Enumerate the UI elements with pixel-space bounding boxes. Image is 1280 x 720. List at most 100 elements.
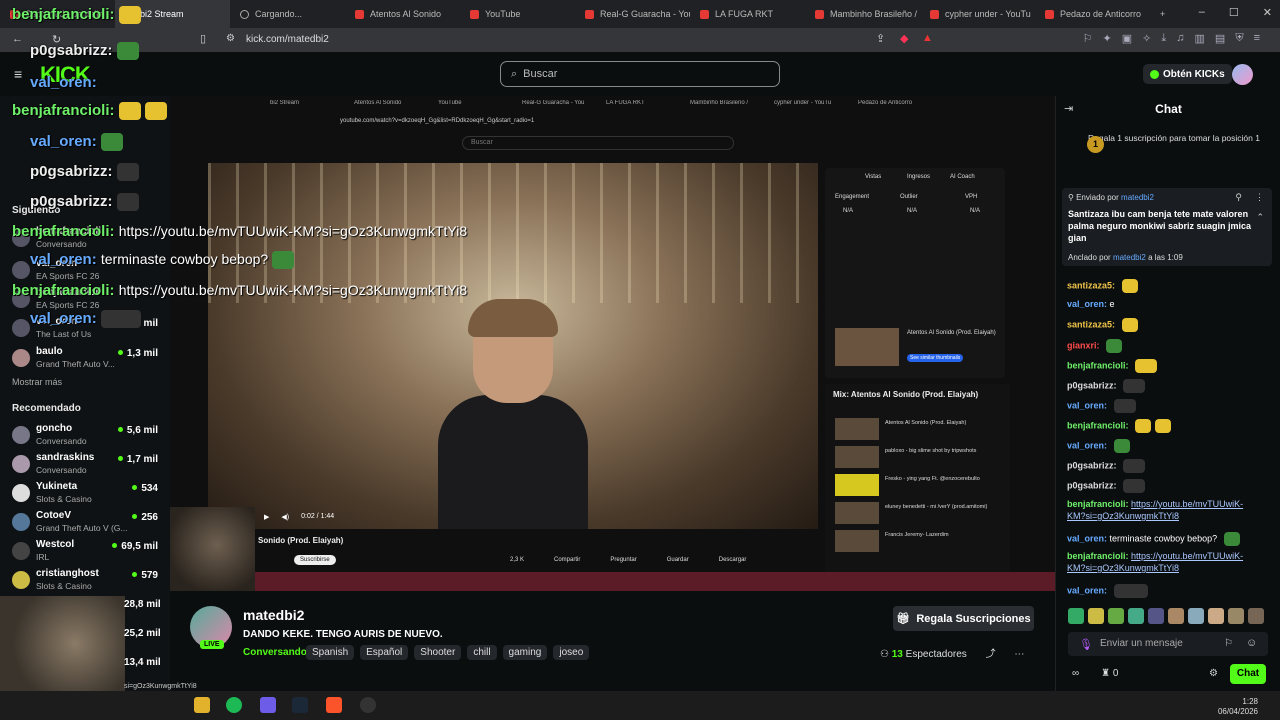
chat-link[interactable]: KM?si=gOz3KunwgmkTtYi8 (1067, 511, 1179, 521)
browser-tab[interactable]: Mambinho Brasileño / (805, 0, 920, 28)
tag-chip[interactable]: joseo (553, 645, 590, 660)
emote-icon[interactable] (1148, 608, 1164, 624)
more-options-icon[interactable]: ⋮ (1255, 192, 1264, 203)
chat-username[interactable]: p0gsabrizz: (1067, 380, 1117, 390)
emote-icon[interactable] (1208, 608, 1224, 624)
discord-icon[interactable] (260, 697, 276, 713)
download-icon[interactable]: ⤓ (1161, 32, 1166, 45)
pinned-time: a las 1:09 (1148, 253, 1183, 262)
emote-icon[interactable] (1248, 608, 1264, 624)
hamburger-menu-icon[interactable]: ≡ (14, 66, 22, 82)
sidebar-channel[interactable]: goncho Conversando 5,6 mil (12, 423, 162, 449)
chat-username[interactable]: gianxri: (1067, 340, 1100, 350)
chat-username[interactable]: benjafrancioli: (1067, 420, 1129, 430)
chat-username[interactable]: benjafrancioli: (1067, 360, 1129, 370)
search-input[interactable]: ⌕ Buscar (500, 61, 780, 87)
chat-link[interactable]: https://youtu.be/mvTUUwiK- (1131, 551, 1243, 561)
chevron-up-icon[interactable]: ⌃ (1256, 212, 1264, 223)
sidebar-channel[interactable]: sandraskins Conversando 1,7 mil (12, 452, 162, 478)
sidebar-channel[interactable]: CotoeV Grand Theft Auto V (G... 256 (12, 510, 162, 536)
extension-icon[interactable]: ▣ (1122, 32, 1132, 45)
menu-icon[interactable]: ≡ (1254, 32, 1260, 45)
extension-icon[interactable]: ✦ (1103, 32, 1112, 45)
chat-username[interactable]: val_oren: (1067, 299, 1107, 309)
browser-tab[interactable]: Pedazo de Anticorro (1035, 0, 1150, 28)
chat-link[interactable]: KM?si=gOz3KunwgmkTtYi8 (1067, 563, 1179, 573)
chat-username[interactable]: val_oren: (1067, 440, 1107, 450)
share-icon[interactable]: ⤴ (986, 649, 996, 660)
site-info-icon[interactable]: ⚙ (226, 33, 235, 44)
brave-rewards-icon[interactable]: ▲ (922, 32, 933, 44)
emote-icon[interactable] (1228, 608, 1244, 624)
emote-icon[interactable] (1088, 608, 1104, 624)
chat-username[interactable]: santizaza5: (1067, 280, 1115, 290)
url-field[interactable]: kick.com/matedbi2 (246, 34, 329, 45)
gift-subs-button[interactable]: 🎁︎ Regala Suscripciones (893, 606, 1034, 631)
captured-video-controls: ▶ ◀) 0:02 / 1:44 (208, 504, 818, 529)
close-icon[interactable]: ✕ (1263, 6, 1272, 19)
vpn-icon[interactable]: ⛨ (1235, 32, 1243, 45)
bookmark-icon[interactable]: ▯ (200, 32, 206, 45)
send-chat-button[interactable]: Chat (1230, 664, 1266, 684)
show-more-link[interactable]: Mostrar más (12, 377, 62, 387)
tag-chip[interactable]: Spanish (306, 645, 355, 660)
browser-tab[interactable]: Atentos Al Sonido (345, 0, 460, 28)
obs-icon[interactable] (360, 697, 376, 713)
file-explorer-icon[interactable] (194, 697, 210, 713)
options-icon[interactable]: ⋯ (1014, 649, 1024, 660)
wallet-icon[interactable]: ▤ (1215, 32, 1225, 45)
microphone-icon[interactable]: 🎙︎ (1079, 638, 1093, 651)
browser-tab[interactable]: LA FUGA RKT (690, 0, 805, 28)
tag-chip[interactable]: gaming (502, 645, 548, 660)
chat-settings-icon[interactable]: ⚙ (1209, 668, 1218, 679)
stream-video-player[interactable]: bi2 Stream Atentos Al Sonido YouTube Rea… (170, 96, 1055, 591)
sidebar-channel[interactable]: Yukineta Slots & Casino 534 (12, 481, 162, 507)
share-icon[interactable]: ⇪ (876, 32, 885, 45)
unpin-icon[interactable]: ⚲ (1235, 192, 1242, 203)
streamer-name[interactable]: matedbi2 (243, 607, 304, 623)
browser-tab[interactable]: Cargando... (230, 0, 345, 28)
chat-username[interactable]: benjafrancioli: (1067, 551, 1129, 561)
translate-icon[interactable]: ⚐ (1083, 32, 1093, 45)
maximize-icon[interactable]: ☐ (1229, 6, 1239, 19)
music-icon[interactable]: ♫ (1176, 32, 1184, 45)
tag-chip[interactable]: Español (360, 645, 409, 660)
minimize-icon[interactable]: – (1199, 6, 1205, 19)
chat-username[interactable]: p0gsabrizz: (1067, 460, 1117, 470)
chat-username[interactable]: val_oren: (1067, 585, 1107, 595)
chat-message-input[interactable]: Enviar un mensaje (1068, 632, 1268, 656)
chat-username[interactable]: p0gsabrizz: (1067, 480, 1117, 490)
tag-chip[interactable]: Shooter (414, 645, 462, 660)
spotify-icon[interactable] (226, 697, 242, 713)
browser-tab[interactable]: YouTube (460, 0, 575, 28)
brave-shield-icon[interactable]: ◆ (900, 32, 908, 45)
steam-icon[interactable] (292, 697, 308, 713)
kicks-balance-icon[interactable]: ∞ (1072, 668, 1079, 679)
chat-username[interactable]: val_oren: (1067, 533, 1107, 543)
emote-icon[interactable] (1108, 608, 1124, 624)
translate-icon[interactable]: ⚐ (1224, 638, 1233, 649)
chat-username[interactable]: benjafrancioli: (1067, 499, 1129, 509)
sidebar-icon[interactable]: ▥ (1195, 32, 1205, 45)
browser-tab[interactable]: Real-G Guaracha - You (575, 0, 690, 28)
chat-username[interactable]: santizaza5: (1067, 319, 1115, 329)
stream-category[interactable]: Conversando (243, 647, 307, 658)
sidebar-channel[interactable]: baulo Grand Theft Auto V... 1,3 mil (12, 346, 162, 372)
new-tab-button[interactable]: + (1150, 0, 1180, 28)
emoji-picker-icon[interactable]: ☺ (1246, 637, 1257, 649)
user-avatar[interactable] (1232, 64, 1253, 85)
browser-tab[interactable]: cypher under - YouTu (920, 0, 1035, 28)
sidebar-channel[interactable]: cristianghost Slots & Casino 579 (12, 568, 162, 594)
emote-icon[interactable] (1068, 608, 1084, 624)
puzzle-icon[interactable]: ✧ (1142, 32, 1151, 45)
get-kicks-button[interactable]: Obtén KICKs (1143, 64, 1232, 84)
brave-icon[interactable] (326, 697, 342, 713)
emote-icon[interactable] (1168, 608, 1184, 624)
chat-username[interactable]: val_oren: (1067, 400, 1107, 410)
back-icon[interactable]: ← (12, 33, 23, 45)
chat-link[interactable]: https://youtu.be/mvTUUwiK- (1131, 499, 1243, 509)
tag-chip[interactable]: chill (467, 645, 497, 660)
emote-icon[interactable] (1128, 608, 1144, 624)
emote-icon[interactable] (1188, 608, 1204, 624)
sidebar-channel[interactable]: Westcol IRL 69,5 mil (12, 539, 162, 565)
